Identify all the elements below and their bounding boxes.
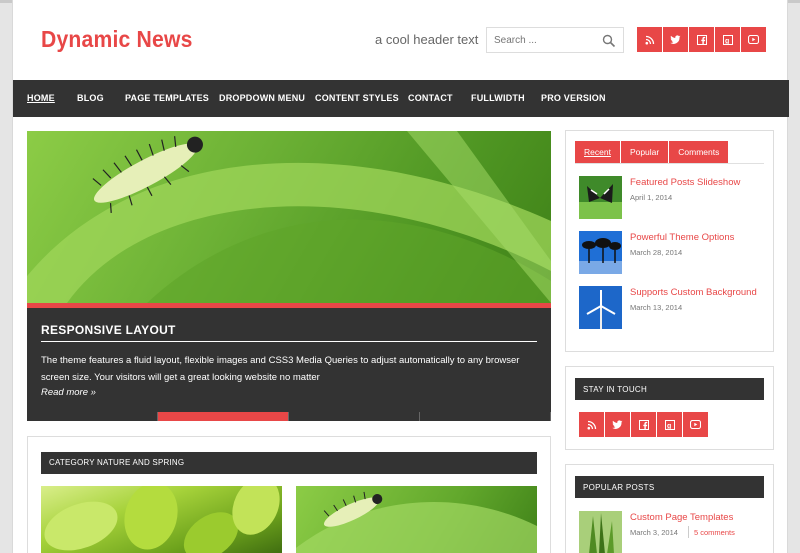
slider-excerpt: The theme features a fluid layout, flexi… xyxy=(41,355,520,383)
popular-post-thumbnail[interactable] xyxy=(579,511,622,553)
recent-post-thumbnail[interactable] xyxy=(579,176,622,219)
recent-post-date: March 13, 2014 xyxy=(630,303,683,312)
nav-pro-version[interactable]: PRO VERSION xyxy=(541,93,606,103)
recent-post-date: March 28, 2014 xyxy=(630,248,683,257)
main-navigation: HOME BLOG PAGE TEMPLATES DROPDOWN MENU C… xyxy=(13,80,789,117)
sidebar-social-icons: g xyxy=(579,412,709,437)
search-icon[interactable] xyxy=(602,34,616,48)
nav-blog[interactable]: BLOG xyxy=(77,93,104,103)
category-header: CATEGORY NATURE AND SPRING xyxy=(41,452,537,474)
widget-title: STAY IN TOUCH xyxy=(583,385,648,394)
nav-content-styles[interactable]: CONTENT STYLES xyxy=(315,93,399,103)
facebook-icon[interactable] xyxy=(631,412,656,437)
recent-post-date: April 1, 2014 xyxy=(630,193,673,202)
page-container: Dynamic News a cool header text g HOME B… xyxy=(12,0,789,553)
nav-home[interactable]: HOME xyxy=(27,93,55,103)
stay-in-touch-widget: STAY IN TOUCH g xyxy=(565,366,774,450)
recent-post-thumbnail[interactable] xyxy=(579,286,622,329)
slider-image[interactable] xyxy=(27,131,551,303)
widget-header: POPULAR POSTS xyxy=(575,476,764,498)
svg-text:g: g xyxy=(725,38,729,45)
recent-post-title[interactable]: Featured Posts Slideshow xyxy=(630,177,740,188)
category-post-image-2[interactable] xyxy=(296,486,537,553)
slider-page-3[interactable] xyxy=(289,412,420,421)
category-post-image-1[interactable] xyxy=(41,486,282,553)
slider-page-1[interactable] xyxy=(27,412,158,421)
svg-text:g: g xyxy=(667,423,671,430)
category-box: CATEGORY NATURE AND SPRING xyxy=(27,436,551,553)
popular-post-title[interactable]: Custom Page Templates xyxy=(630,512,733,523)
googleplus-icon[interactable]: g xyxy=(715,27,740,52)
rss-icon[interactable] xyxy=(637,27,662,52)
slider-read-more[interactable]: Read more » xyxy=(41,387,96,398)
googleplus-icon[interactable]: g xyxy=(657,412,682,437)
nav-page-templates[interactable]: PAGE TEMPLATES xyxy=(125,93,209,103)
category-title[interactable]: CATEGORY NATURE AND SPRING xyxy=(49,458,184,467)
widget-header: STAY IN TOUCH xyxy=(575,378,764,400)
nav-contact[interactable]: CONTACT xyxy=(408,93,453,103)
widget-title: POPULAR POSTS xyxy=(583,483,655,492)
tab-comments[interactable]: Comments xyxy=(669,141,729,163)
nav-dropdown-menu[interactable]: DROPDOWN MENU xyxy=(219,93,305,103)
header-social-icons: g xyxy=(637,27,767,52)
tabs-divider xyxy=(575,163,764,164)
twitter-icon[interactable] xyxy=(605,412,630,437)
slider-page-4[interactable] xyxy=(420,412,551,421)
slider-title[interactable]: RESPONSIVE LAYOUT xyxy=(41,323,176,337)
site-tagline: a cool header text xyxy=(375,32,479,47)
youtube-icon[interactable] xyxy=(683,412,708,437)
tab-recent[interactable]: Recent xyxy=(575,141,620,163)
slider-caption: RESPONSIVE LAYOUT The theme features a f… xyxy=(27,308,551,412)
featured-slider: RESPONSIVE LAYOUT The theme features a f… xyxy=(27,131,551,421)
recent-post-item: Powerful Theme Options March 28, 2014 xyxy=(579,231,769,276)
widget-tabs: Recent Popular Comments xyxy=(575,141,729,163)
twitter-icon[interactable] xyxy=(663,27,688,52)
slider-pagination xyxy=(27,412,551,421)
facebook-icon[interactable] xyxy=(689,27,714,52)
popular-posts-widget: POPULAR POSTS Custom Page Templates Marc… xyxy=(565,464,774,553)
recent-post-thumbnail[interactable] xyxy=(579,231,622,274)
popular-post-comments[interactable]: 5 comments xyxy=(694,528,735,537)
search-box xyxy=(486,27,624,53)
meta-separator xyxy=(688,526,689,538)
slider-title-divider xyxy=(41,341,537,342)
search-input[interactable] xyxy=(487,28,599,52)
popular-post-date: March 3, 2014 xyxy=(630,528,678,537)
recent-post-title[interactable]: Supports Custom Background xyxy=(630,287,757,298)
recent-post-item: Supports Custom Background March 13, 201… xyxy=(579,286,769,331)
recent-post-item: Featured Posts Slideshow April 1, 2014 xyxy=(579,176,769,221)
site-logo[interactable]: Dynamic News xyxy=(41,26,193,53)
tab-popular[interactable]: Popular xyxy=(620,141,669,163)
rss-icon[interactable] xyxy=(579,412,604,437)
nav-fullwidth[interactable]: FULLWIDTH xyxy=(471,93,525,103)
slider-page-2[interactable] xyxy=(158,412,289,421)
tabbed-posts-widget: Recent Popular Comments Featured Posts S… xyxy=(565,130,774,352)
youtube-icon[interactable] xyxy=(741,27,766,52)
recent-post-title[interactable]: Powerful Theme Options xyxy=(630,232,734,243)
